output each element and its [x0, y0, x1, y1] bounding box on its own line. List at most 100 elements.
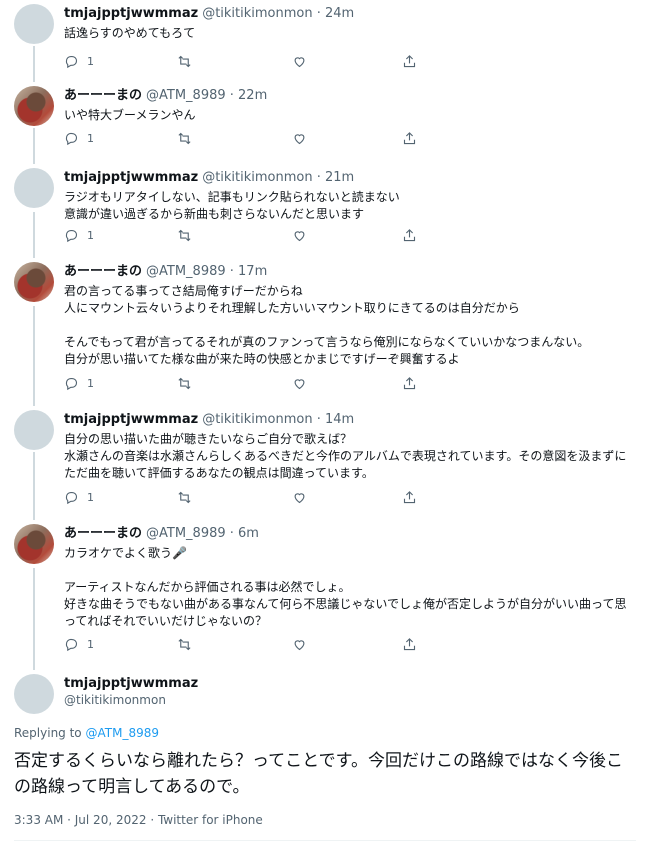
reply-button[interactable]: 1 — [64, 228, 94, 243]
retweet-button[interactable] — [177, 228, 192, 243]
avatar[interactable] — [14, 4, 54, 44]
reply-icon — [65, 638, 78, 652]
like-button[interactable] — [292, 131, 307, 146]
like-icon — [294, 493, 305, 504]
tweet-header: tmjajpptjwwmmaz @tikitikimonmon · 21m — [64, 170, 354, 186]
reply-icon — [65, 55, 78, 69]
tweet-text: 話逸らすのやめてもろて — [64, 26, 196, 40]
divider — [14, 840, 636, 841]
avatar[interactable] — [14, 524, 54, 564]
replying-to: Replying to @ATM_8989 — [14, 726, 159, 740]
reply-icon — [65, 132, 78, 146]
retweet-icon — [178, 638, 191, 651]
share-button[interactable] — [402, 376, 417, 391]
avatar[interactable] — [14, 262, 54, 302]
tweet-timestamp[interactable]: 3:33 AM · Jul 20, 2022 · Twitter for iPh… — [14, 813, 263, 827]
tweet-text: 自分の思い描いた曲が聴きたいならご自分で歌えば？ 水瀬さんの音楽は水瀬さんらしく… — [64, 432, 627, 480]
retweet-icon — [178, 229, 191, 242]
share-icon — [403, 377, 416, 390]
reply-button[interactable]: 1 — [64, 490, 94, 505]
retweet-button[interactable] — [177, 637, 192, 652]
retweet-button[interactable] — [177, 490, 192, 505]
share-button[interactable] — [402, 228, 417, 243]
like-button[interactable] — [292, 228, 307, 243]
display-name[interactable]: あーーーまの — [64, 526, 142, 541]
retweet-button[interactable] — [177, 54, 192, 69]
avatar[interactable] — [14, 86, 54, 126]
retweet-button[interactable] — [177, 376, 192, 391]
reply-icon — [65, 377, 78, 391]
display-name[interactable]: tmjajpptjwwmmaz — [64, 170, 198, 185]
display-name[interactable]: tmjajpptjwwmmaz — [64, 6, 198, 21]
replying-label: Replying to — [14, 726, 82, 740]
reply-count: 1 — [87, 638, 94, 651]
tweet[interactable]: あーーーまの @ATM_8989 · 22m いや特大ブーメランやん 1 — [0, 86, 650, 152]
handle[interactable]: @tikitikimonmon — [64, 693, 166, 707]
display-name[interactable]: tmjajpptjwwmmaz — [64, 412, 198, 427]
tweet-actions: 1 — [64, 637, 424, 653]
handle-time: @ATM_8989 · 6m — [146, 526, 259, 541]
tweet-text: 君の言ってる事ってさ結局俺すげーだからね 人にマウント云々いうよりそれ理解した方… — [64, 284, 590, 366]
reply-count: 1 — [87, 377, 94, 390]
share-icon — [403, 491, 416, 504]
reply-icon — [65, 229, 78, 243]
tweet[interactable]: あーーーまの @ATM_8989 · 17m 君の言ってる事ってさ結局俺すげーだか… — [0, 262, 650, 394]
handle-time: @ATM_8989 · 17m — [146, 264, 268, 279]
tweet-header: あーーーまの @ATM_8989 · 6m — [64, 526, 259, 542]
share-icon — [403, 638, 416, 651]
like-icon — [294, 134, 305, 145]
reply-button[interactable]: 1 — [64, 131, 94, 146]
tweet-actions: 1 — [64, 490, 424, 506]
retweet-button[interactable] — [177, 131, 192, 146]
avatar[interactable] — [14, 410, 54, 450]
share-icon — [403, 55, 416, 68]
like-icon — [294, 379, 305, 390]
main-tweet-text: 否定するくらいなら離れたら？ってことです。今回だけこの路線ではなく今後この路線っ… — [14, 751, 623, 797]
reply-count: 1 — [87, 229, 94, 242]
display-name[interactable]: tmjajpptjwwmmaz — [64, 676, 198, 691]
avatar[interactable] — [14, 168, 54, 208]
retweet-icon — [178, 377, 191, 390]
replying-to-link[interactable]: @ATM_8989 — [85, 726, 159, 740]
tweet[interactable]: tmjajpptjwwmmaz @tikitikimonmon · 24m 話逸ら… — [0, 4, 650, 70]
reply-count: 1 — [87, 491, 94, 504]
share-button[interactable] — [402, 490, 417, 505]
share-button[interactable] — [402, 54, 417, 69]
like-icon — [294, 57, 305, 68]
tweet[interactable]: tmjajpptjwwmmaz @tikitikimonmon · 21m ラジオ… — [0, 168, 650, 250]
tweet-header: あーーーまの @ATM_8989 · 22m — [64, 88, 267, 104]
tweet-text: いや特大ブーメランやん — [64, 108, 196, 122]
tweet-actions: 1 — [64, 54, 424, 70]
avatar[interactable] — [14, 674, 54, 714]
share-button[interactable] — [402, 131, 417, 146]
tweet-header: tmjajpptjwwmmaz @tikitikimonmon · 24m — [64, 6, 354, 22]
handle-time: @tikitikimonmon · 14m — [202, 412, 355, 427]
display-name[interactable]: あーーーまの — [64, 264, 142, 279]
share-button[interactable] — [402, 637, 417, 652]
like-icon — [294, 640, 305, 651]
reply-button[interactable]: 1 — [64, 637, 94, 652]
tweet-actions: 1 — [64, 131, 424, 147]
like-button[interactable] — [292, 637, 307, 652]
tweet[interactable]: tmjajpptjwwmmaz @tikitikimonmon · 14m 自分の… — [0, 410, 650, 510]
share-icon — [403, 132, 416, 145]
reply-icon — [65, 491, 78, 505]
reply-button[interactable]: 1 — [64, 376, 94, 391]
tweet-actions: 1 — [64, 228, 424, 244]
like-icon — [294, 231, 305, 242]
tweet-text: ラジオもリアタイしない、記事もリンク貼られないと読まない 意識が違い過ぎるから新… — [64, 190, 400, 221]
tweet-text: カラオケでよく歌う🎤 アーティストなんだから評価される事は必然でしょ。 好きな曲… — [64, 546, 627, 628]
retweet-icon — [178, 132, 191, 145]
like-button[interactable] — [292, 490, 307, 505]
retweet-icon — [178, 491, 191, 504]
tweet-header: tmjajpptjwwmmaz @tikitikimonmon · 14m — [64, 412, 354, 428]
reply-button[interactable]: 1 — [64, 54, 94, 69]
share-icon — [403, 229, 416, 242]
reply-count: 1 — [87, 132, 94, 145]
tweet[interactable]: あーーーまの @ATM_8989 · 6m カラオケでよく歌う🎤 アーティストなん… — [0, 524, 650, 660]
like-button[interactable] — [292, 54, 307, 69]
reply-count: 1 — [87, 55, 94, 68]
like-button[interactable] — [292, 376, 307, 391]
display-name[interactable]: あーーーまの — [64, 88, 142, 103]
handle-time: @tikitikimonmon · 24m — [202, 6, 355, 21]
